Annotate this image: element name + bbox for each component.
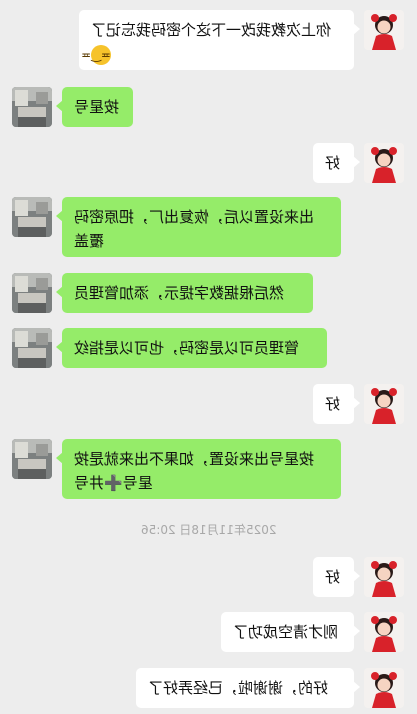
message-text: 按星号 bbox=[74, 98, 120, 116]
self-avatar[interactable] bbox=[364, 612, 404, 652]
self-avatar[interactable] bbox=[364, 384, 404, 424]
message-text: 好 bbox=[325, 154, 341, 172]
self-avatar[interactable] bbox=[364, 668, 404, 708]
message-text: 然后根据数字提示，添加管理员 bbox=[74, 284, 285, 302]
contact-avatar[interactable] bbox=[12, 273, 52, 313]
self-avatar[interactable] bbox=[364, 143, 404, 183]
message-text: 星号➕井号 bbox=[74, 474, 153, 492]
message-text: 好 bbox=[325, 568, 341, 586]
message-text: 刚才清空成功了 bbox=[233, 623, 339, 641]
message-bubble[interactable]: 按星号出来设置，如果不出来就是按 星号➕井号 bbox=[56, 439, 341, 499]
message-bubble[interactable]: 好 bbox=[313, 384, 360, 424]
message-text: 出来设置以后，恢复出厂，把原密码 bbox=[74, 208, 315, 226]
grinning-face-icon: ≖‿≖ bbox=[81, 44, 111, 65]
self-avatar[interactable] bbox=[364, 557, 404, 597]
message-text: 覆盖 bbox=[74, 232, 105, 250]
timestamp: 2025年11月18日 20:56 bbox=[140, 523, 277, 537]
contact-avatar[interactable] bbox=[12, 197, 52, 237]
message-bubble[interactable]: 管理员可以是密码，也可以是指纹 bbox=[56, 328, 327, 368]
message-bubble[interactable]: 好的，谢谢啦，已经弄好了 bbox=[136, 668, 360, 708]
contact-avatar[interactable] bbox=[12, 439, 52, 479]
contact-avatar[interactable] bbox=[12, 87, 52, 127]
chat-view: 你上次教我改一下这个密码我忘记了 ≖‿≖ 按星号 好 出来设置以后，恢复出厂，把… bbox=[0, 0, 417, 714]
message-bubble[interactable]: 出来设置以后，恢复出厂，把原密码 覆盖 bbox=[56, 197, 341, 257]
message-text: 你上次教我改一下这个密码我忘记了 bbox=[91, 21, 332, 39]
message-bubble[interactable]: 你上次教我改一下这个密码我忘记了 ≖‿≖ bbox=[79, 10, 360, 70]
contact-avatar[interactable] bbox=[12, 328, 52, 368]
message-bubble[interactable]: 刚才清空成功了 bbox=[221, 612, 360, 652]
message-bubble[interactable]: 好 bbox=[313, 557, 360, 597]
message-text: 按星号出来设置，如果不出来就是按 bbox=[74, 450, 315, 468]
message-text: 好的，谢谢啦，已经弄好了 bbox=[148, 679, 329, 697]
message-text: 好 bbox=[325, 395, 341, 413]
message-bubble[interactable]: 好 bbox=[313, 143, 360, 183]
message-text: 管理员可以是密码，也可以是指纹 bbox=[74, 339, 300, 357]
message-bubble[interactable]: 然后根据数字提示，添加管理员 bbox=[56, 273, 313, 313]
self-avatar[interactable] bbox=[364, 10, 404, 50]
message-bubble[interactable]: 按星号 bbox=[56, 87, 133, 127]
